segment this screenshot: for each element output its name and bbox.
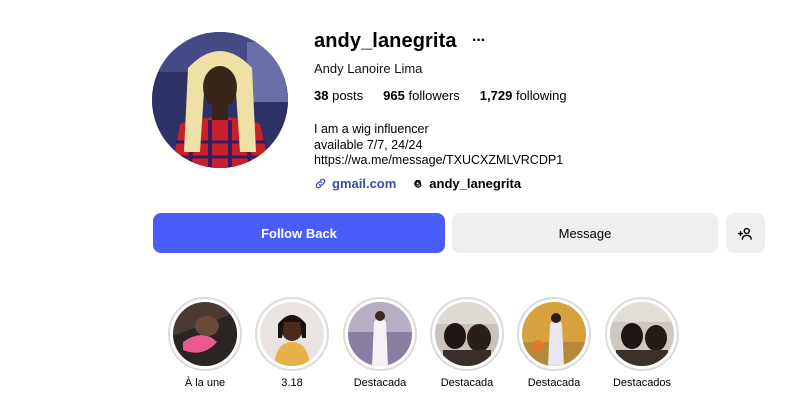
bio-line: available 7/7, 24/24 xyxy=(314,137,423,152)
suggested-users-button[interactable] xyxy=(726,213,765,253)
highlight-item[interactable]: Destacada xyxy=(343,297,417,389)
following-stat[interactable]: 1,729 following xyxy=(480,88,567,103)
profile-full-name: Andy Lanoire Lima xyxy=(314,61,423,76)
highlight-item[interactable]: 3.18 xyxy=(255,297,329,389)
highlight-item[interactable]: Destacada xyxy=(430,297,504,389)
link-icon xyxy=(315,178,326,189)
follow-back-button[interactable]: Follow Back xyxy=(153,213,445,253)
threads-link-label: andy_lanegrita xyxy=(429,176,522,191)
highlight-label: Destacada xyxy=(527,377,581,389)
highlight-label: 3.18 xyxy=(281,377,303,389)
highlight-ring xyxy=(605,297,679,371)
add-person-icon xyxy=(738,227,752,240)
message-button[interactable]: Message xyxy=(452,213,718,253)
posts-label: posts xyxy=(332,88,364,103)
highlight-item[interactable]: À la une xyxy=(168,297,242,389)
bio-line: I am a wig influencer xyxy=(314,122,429,136)
highlight-label: Destacada xyxy=(440,377,494,389)
posts-stat: 38 posts xyxy=(314,88,363,103)
highlight-label: Destacados xyxy=(612,377,672,389)
highlight-label: Destacada xyxy=(353,377,407,389)
followers-label: followers xyxy=(408,88,460,103)
threads-icon xyxy=(414,179,422,188)
highlight-thumbnail xyxy=(435,302,499,366)
highlight-thumbnail xyxy=(348,302,412,366)
profile-avatar[interactable] xyxy=(152,32,288,168)
highlight-ring xyxy=(343,297,417,371)
highlight-thumbnail xyxy=(173,302,237,366)
highlight-thumbnail xyxy=(522,302,586,366)
highlight-ring xyxy=(168,297,242,371)
profile-links: gmail.com andy_lanegrita xyxy=(314,176,521,191)
highlight-ring xyxy=(430,297,504,371)
bio-link[interactable]: https://wa.me/message/TXUCXZMLVRCDP1 xyxy=(314,153,563,169)
highlight-ring xyxy=(255,297,329,371)
followers-stat[interactable]: 965 followers xyxy=(383,88,460,103)
posts-count: 38 xyxy=(314,88,329,103)
followers-count: 965 xyxy=(383,88,405,103)
profile-bio: I am a wig influencer available 7/7, 24/… xyxy=(314,122,563,169)
website-link-label: gmail.com xyxy=(332,176,397,191)
highlight-thumbnail xyxy=(610,302,674,366)
highlight-item[interactable]: Destacada xyxy=(517,297,591,389)
profile-stats: 38 posts 965 followers 1,729 following xyxy=(314,88,567,103)
following-count: 1,729 xyxy=(479,88,513,103)
profile-username: andy_lanegrita xyxy=(314,30,457,52)
threads-link[interactable]: andy_lanegrita xyxy=(411,176,521,191)
highlight-item[interactable]: Destacados xyxy=(605,297,679,389)
following-label: following xyxy=(515,88,567,103)
highlight-ring xyxy=(517,297,591,371)
more-options-icon[interactable]: ··· xyxy=(472,33,486,49)
highlight-thumbnail xyxy=(260,302,324,366)
highlight-label: À la une xyxy=(184,377,226,389)
website-link[interactable]: gmail.com xyxy=(314,176,396,191)
